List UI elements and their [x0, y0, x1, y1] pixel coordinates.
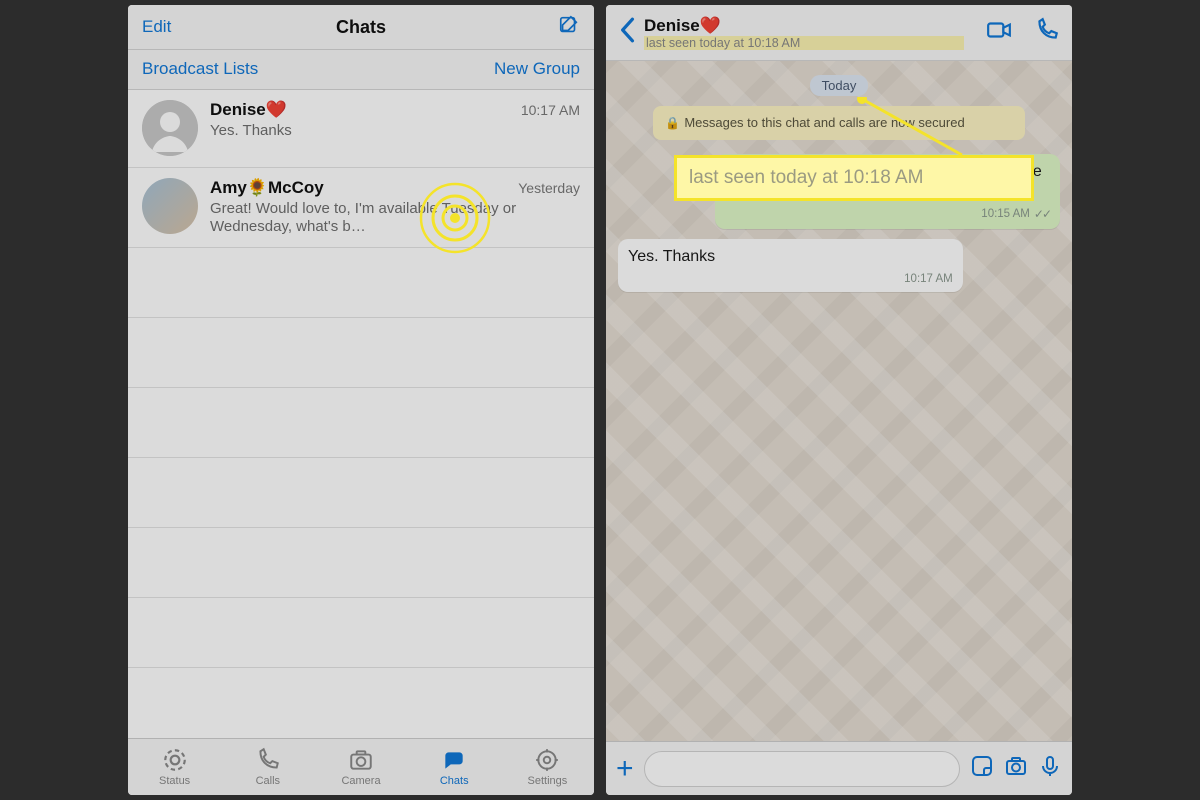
chat-time: Yesterday — [518, 180, 580, 196]
encryption-notice: 🔒Messages to this chat and calls are now… — [653, 106, 1024, 140]
empty-row — [128, 248, 594, 318]
conversation-header: Denise❤️ last seen today at 10:18 AM — [606, 5, 1072, 61]
empty-row — [128, 458, 594, 528]
camera-icon — [1004, 754, 1028, 778]
back-button[interactable] — [618, 17, 636, 48]
video-icon — [986, 17, 1012, 43]
message-text: Hi Denise! Just wondering if the items w… — [725, 163, 1042, 201]
chats-subnav: Broadcast Lists New Group — [128, 50, 594, 89]
chevron-left-icon — [618, 17, 636, 43]
empty-row — [128, 388, 594, 458]
phone-icon — [1034, 17, 1060, 43]
chats-title: Chats — [128, 17, 594, 38]
mic-button[interactable] — [1038, 754, 1062, 783]
tab-settings[interactable]: Settings — [501, 739, 594, 795]
empty-row — [128, 598, 594, 668]
attach-button[interactable]: + — [616, 754, 634, 784]
mic-icon — [1038, 754, 1062, 778]
gear-icon — [534, 747, 560, 773]
chat-row[interactable]: Amy🌻McCoy Yesterday Great! Would love to… — [128, 168, 594, 249]
status-icon — [162, 747, 188, 773]
date-pill: Today — [810, 75, 869, 96]
tab-bar: Status Calls Camera Chats Settings — [128, 738, 594, 795]
empty-row — [128, 318, 594, 388]
conversation-screen: Denise❤️ last seen today at 10:18 AM Tod… — [606, 5, 1072, 795]
compose-button[interactable] — [558, 14, 580, 41]
message-time: 10:17 AM — [904, 272, 953, 287]
chat-name: Denise❤️ — [210, 100, 287, 120]
voice-call-button[interactable] — [1034, 17, 1060, 48]
camera-button[interactable] — [1004, 754, 1028, 783]
phone-icon — [255, 747, 281, 773]
empty-row — [128, 528, 594, 598]
empty-row — [128, 668, 594, 738]
compose-icon — [558, 14, 580, 36]
sticker-button[interactable] — [970, 754, 994, 783]
tab-label: Calls — [256, 775, 280, 787]
peer-last-seen: last seen today at 10:18 AM — [644, 36, 964, 50]
broadcast-lists-link[interactable]: Broadcast Lists — [142, 59, 258, 79]
avatar — [142, 100, 198, 156]
tab-camera[interactable]: Camera — [314, 739, 407, 795]
tab-chats[interactable]: Chats — [408, 739, 501, 795]
sticker-icon — [970, 754, 994, 778]
video-call-button[interactable] — [986, 17, 1012, 48]
peer-name: Denise❤️ — [644, 16, 964, 36]
chat-preview: Yes. Thanks — [210, 122, 580, 141]
chats-icon — [441, 747, 467, 773]
composer: + — [606, 741, 1072, 795]
message-text: Yes. Thanks — [628, 248, 715, 265]
tab-label: Settings — [528, 775, 568, 787]
chats-screen: Edit Chats Broadcast Lists New Group Den… — [128, 5, 594, 795]
chat-time: 10:17 AM — [521, 102, 580, 118]
peer-info[interactable]: Denise❤️ last seen today at 10:18 AM — [644, 16, 964, 50]
lock-icon: 🔒 — [665, 116, 680, 130]
message-outgoing[interactable]: Hi Denise! Just wondering if the items w… — [715, 154, 1060, 229]
new-group-link[interactable]: New Group — [494, 59, 580, 79]
tab-label: Chats — [440, 775, 469, 787]
camera-icon — [348, 747, 374, 773]
chats-navbar: Edit Chats — [128, 5, 594, 50]
message-input[interactable] — [644, 751, 960, 787]
chat-preview: Great! Would love to, I'm available Tues… — [210, 200, 580, 238]
chat-list: Denise❤️ 10:17 AM Yes. Thanks Amy🌻McCoy … — [128, 90, 594, 739]
tab-label: Status — [159, 775, 190, 787]
read-ticks-icon: ✓✓ — [1034, 207, 1050, 223]
tab-calls[interactable]: Calls — [221, 739, 314, 795]
message-time: 10:15 AM — [981, 207, 1030, 222]
chat-name: Amy🌻McCoy — [210, 178, 324, 198]
avatar — [142, 178, 198, 234]
chat-row[interactable]: Denise❤️ 10:17 AM Yes. Thanks — [128, 90, 594, 168]
message-incoming[interactable]: Yes. Thanks 10:17 AM — [618, 239, 963, 293]
tab-label: Camera — [341, 775, 380, 787]
tab-status[interactable]: Status — [128, 739, 221, 795]
message-area[interactable]: Today 🔒Messages to this chat and calls a… — [606, 61, 1072, 741]
